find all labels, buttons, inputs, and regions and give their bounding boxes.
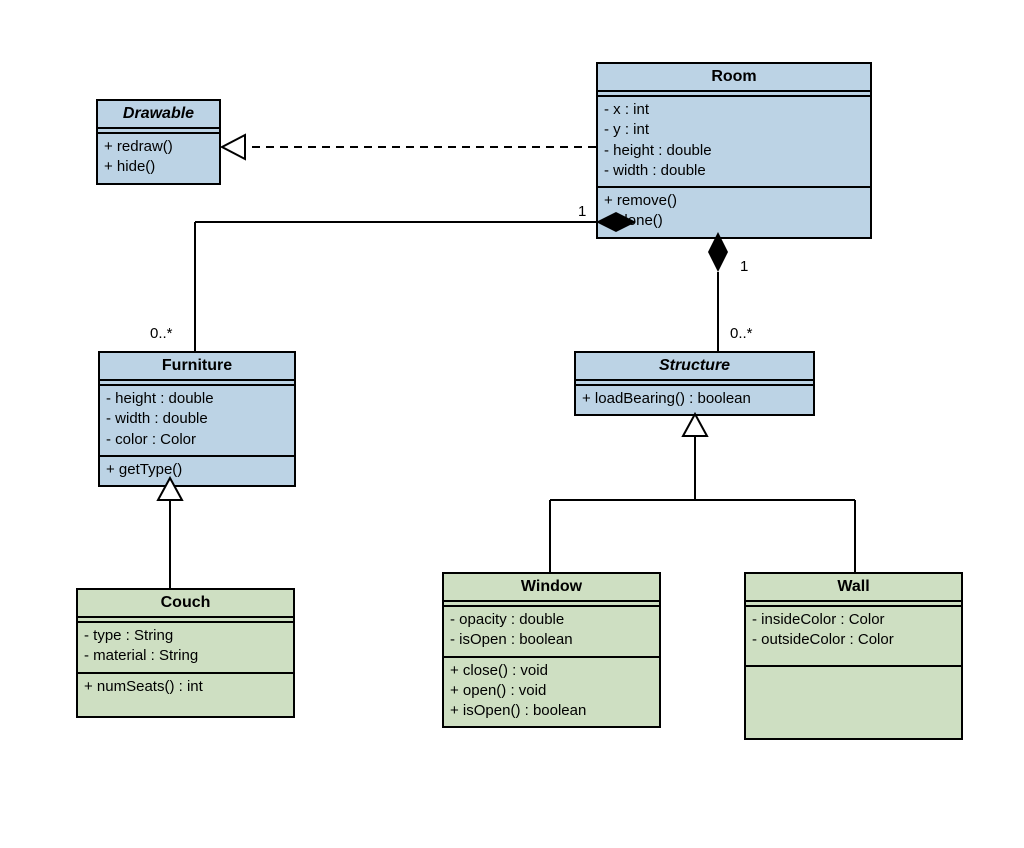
class-room-attrs: - x : int - y : int - height : double - … bbox=[598, 97, 870, 188]
class-wall-methods bbox=[746, 667, 961, 735]
class-structure-methods: + loadBearing() : boolean bbox=[576, 386, 813, 414]
mult-room-furniture-1: 1 bbox=[578, 203, 586, 220]
class-window: Window - opacity : double - isOpen : boo… bbox=[442, 572, 661, 728]
mult-room-structure-many: 0..* bbox=[730, 325, 753, 342]
class-drawable-methods: + redraw() + hide() bbox=[98, 134, 219, 183]
class-window-name: Window bbox=[444, 574, 659, 602]
class-drawable-name: Drawable bbox=[98, 101, 219, 129]
class-furniture-methods: + getType() bbox=[100, 457, 294, 485]
class-wall-attrs: - insideColor : Color - outsideColor : C… bbox=[746, 607, 961, 667]
class-wall-name: Wall bbox=[746, 574, 961, 602]
class-structure-name: Structure bbox=[576, 353, 813, 381]
class-drawable: Drawable + redraw() + hide() bbox=[96, 99, 221, 185]
class-furniture-name: Furniture bbox=[100, 353, 294, 381]
class-room-methods: + remove() + clone() bbox=[598, 188, 870, 237]
class-wall: Wall - insideColor : Color - outsideColo… bbox=[744, 572, 963, 740]
class-room-name: Room bbox=[598, 64, 870, 92]
mult-room-furniture-many: 0..* bbox=[150, 325, 173, 342]
mult-room-structure-1: 1 bbox=[740, 258, 748, 275]
class-couch: Couch - type : String - material : Strin… bbox=[76, 588, 295, 718]
class-furniture-attrs: - height : double - width : double - col… bbox=[100, 386, 294, 457]
class-window-methods: + close() : void + open() : void + isOpe… bbox=[444, 658, 659, 727]
class-furniture: Furniture - height : double - width : do… bbox=[98, 351, 296, 487]
class-room: Room - x : int - y : int - height : doub… bbox=[596, 62, 872, 239]
class-couch-methods: + numSeats() : int bbox=[78, 674, 293, 702]
class-couch-name: Couch bbox=[78, 590, 293, 618]
class-structure: Structure + loadBearing() : boolean bbox=[574, 351, 815, 416]
class-window-attrs: - opacity : double - isOpen : boolean bbox=[444, 607, 659, 658]
class-couch-attrs: - type : String - material : String bbox=[78, 623, 293, 674]
